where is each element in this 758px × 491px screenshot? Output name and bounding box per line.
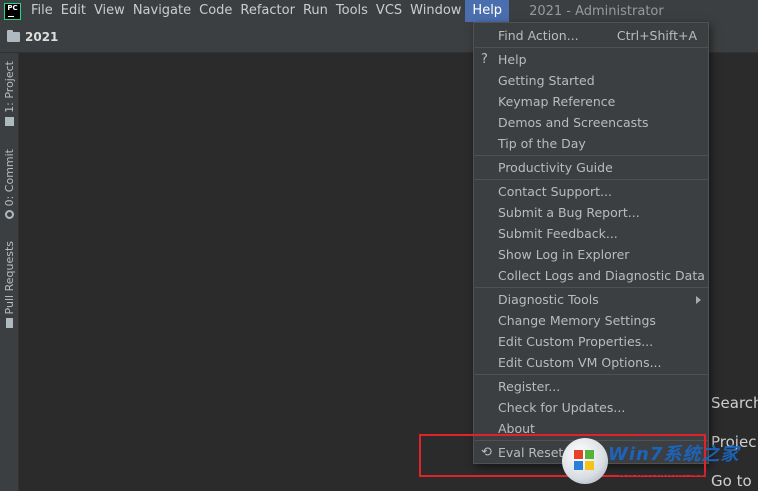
productivity-guide-label: Productivity Guide — [498, 160, 613, 175]
pull-request-icon — [5, 318, 13, 329]
windows-logo-yellow-pane — [585, 461, 594, 470]
menu-separator — [475, 374, 709, 375]
menu-bar: PC File Edit View Navigate Code Refactor… — [0, 0, 758, 22]
help-label: Help — [498, 52, 527, 67]
edit-vm-options-label: Edit Custom VM Options... — [498, 355, 662, 370]
menu-view[interactable]: View — [90, 0, 129, 22]
tool-window-strip: 1: Project 0: Commit Pull Requests — [0, 53, 19, 491]
tool-tab-project[interactable]: 1: Project — [0, 61, 18, 126]
menu-item-keymap-reference[interactable]: Keymap Reference — [474, 91, 708, 112]
menu-run[interactable]: Run — [299, 0, 332, 22]
menu-item-show-log[interactable]: Show Log in Explorer — [474, 244, 708, 265]
menu-item-register[interactable]: Register... — [474, 376, 708, 397]
menu-file[interactable]: File — [27, 0, 57, 22]
logo-text: PC — [7, 3, 18, 12]
help-icon: ? — [481, 52, 488, 67]
hint-goto: Go to — [711, 472, 752, 490]
pycharm-logo-icon: PC — [4, 2, 21, 20]
diagnostic-tools-label: Diagnostic Tools — [498, 292, 599, 307]
menu-item-getting-started[interactable]: Getting Started — [474, 70, 708, 91]
help-menu-dropdown: Find Action... Ctrl+Shift+A ? Help Getti… — [473, 22, 709, 464]
menu-item-tip-of-day[interactable]: Tip of the Day — [474, 133, 708, 154]
menu-item-submit-feedback[interactable]: Submit Feedback... — [474, 223, 708, 244]
submit-bug-label: Submit a Bug Report... — [498, 205, 640, 220]
menu-separator — [475, 287, 709, 288]
windows-logo-red-pane — [574, 450, 583, 459]
breadcrumb-project[interactable]: 2021 — [25, 30, 58, 44]
getting-started-label: Getting Started — [498, 73, 595, 88]
menu-item-collect-logs[interactable]: Collect Logs and Diagnostic Data — [474, 265, 708, 286]
find-action-shortcut: Ctrl+Shift+A — [616, 28, 697, 43]
tip-of-day-label: Tip of the Day — [498, 136, 586, 151]
keymap-reference-label: Keymap Reference — [498, 94, 616, 109]
menu-code[interactable]: Code — [195, 0, 236, 22]
menu-item-check-updates[interactable]: Check for Updates... — [474, 397, 708, 418]
tool-tab-commit-label: 0: Commit — [2, 149, 16, 207]
menu-item-demos[interactable]: Demos and Screencasts — [474, 112, 708, 133]
watermark-brand: Win7系统之家 — [608, 444, 740, 465]
menu-navigate[interactable]: Navigate — [129, 0, 195, 22]
menu-item-change-memory[interactable]: Change Memory Settings — [474, 310, 708, 331]
change-memory-label: Change Memory Settings — [498, 313, 656, 328]
menu-separator — [475, 47, 709, 48]
hint-search: Search — [711, 394, 758, 412]
tool-tab-pull-requests-label: Pull Requests — [2, 241, 16, 315]
menu-item-help[interactable]: ? Help — [474, 49, 708, 70]
chevron-right-icon — [696, 296, 701, 304]
windows-logo-green-pane — [585, 450, 594, 459]
menu-separator — [475, 179, 709, 180]
tool-tab-commit[interactable]: 0: Commit — [0, 149, 18, 220]
watermark-logo: Win7系统之家 www.Winwin7.com — [562, 438, 738, 488]
register-label: Register... — [498, 379, 561, 394]
menu-item-contact-support[interactable]: Contact Support... — [474, 181, 708, 202]
demos-label: Demos and Screencasts — [498, 115, 649, 130]
menu-item-submit-bug[interactable]: Submit a Bug Report... — [474, 202, 708, 223]
windows-logo-blue-pane — [574, 461, 583, 470]
folder-icon — [7, 30, 20, 42]
watermark-url: www.Winwin7.com — [618, 468, 715, 479]
edit-properties-label: Edit Custom Properties... — [498, 334, 654, 349]
find-action-label: Find Action... — [498, 28, 579, 43]
contact-support-label: Contact Support... — [498, 184, 612, 199]
menu-vcs[interactable]: VCS — [372, 0, 406, 22]
windows-logo-icon — [562, 438, 608, 484]
tool-tab-project-label: 1: Project — [2, 61, 16, 113]
menu-item-diagnostic-tools[interactable]: Diagnostic Tools — [474, 289, 708, 310]
menu-item-productivity-guide[interactable]: Productivity Guide — [474, 157, 708, 178]
show-log-label: Show Log in Explorer — [498, 247, 630, 262]
tool-tab-pull-requests[interactable]: Pull Requests — [0, 241, 18, 329]
collect-logs-label: Collect Logs and Diagnostic Data — [498, 268, 705, 283]
commit-icon — [4, 210, 14, 220]
menu-item-edit-properties[interactable]: Edit Custom Properties... — [474, 331, 708, 352]
menu-separator — [475, 155, 709, 156]
folder-icon — [4, 116, 14, 126]
check-updates-label: Check for Updates... — [498, 400, 626, 415]
menu-window[interactable]: Window — [406, 0, 465, 22]
submit-feedback-label: Submit Feedback... — [498, 226, 618, 241]
menu-edit[interactable]: Edit — [57, 0, 90, 22]
menu-item-find-action[interactable]: Find Action... Ctrl+Shift+A — [474, 25, 708, 46]
menu-refactor[interactable]: Refactor — [236, 0, 299, 22]
window-title: 2021 - Administrator — [529, 3, 664, 19]
menu-tools[interactable]: Tools — [332, 0, 372, 22]
menu-help[interactable]: Help — [465, 0, 510, 22]
menu-item-edit-vm-options[interactable]: Edit Custom VM Options... — [474, 352, 708, 373]
